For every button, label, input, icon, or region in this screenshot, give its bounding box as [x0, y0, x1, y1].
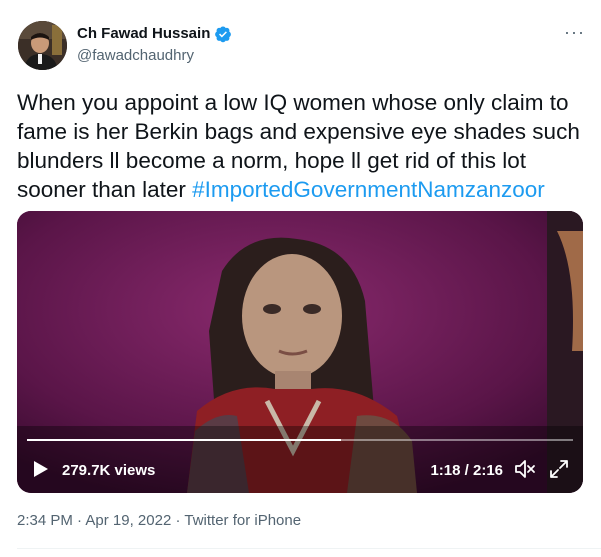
volume-muted-icon[interactable] — [514, 459, 536, 479]
play-icon[interactable] — [33, 460, 49, 478]
tweet-metadata: 2:34 PM · Apr 19, 2022 · Twitter for iPh… — [17, 512, 301, 529]
tweet-card: Ch Fawad Hussain @fawadchaudhry ··· When… — [0, 0, 601, 557]
tweet-text: When you appoint a low IQ women whose on… — [17, 88, 592, 204]
divider — [17, 548, 601, 549]
verified-badge-icon — [214, 25, 232, 43]
tweet-source[interactable]: Twitter for iPhone — [184, 512, 301, 529]
tweet-time[interactable]: 2:34 PM — [17, 512, 73, 529]
author-handle[interactable]: @fawadchaudhry — [77, 47, 194, 65]
video-progress-bar[interactable] — [27, 439, 573, 441]
more-options-icon[interactable]: ··· — [564, 22, 585, 43]
meta-separator: · — [72, 512, 86, 529]
fullscreen-expand-icon[interactable] — [549, 459, 569, 479]
avatar[interactable] — [18, 21, 67, 70]
meta-separator: · — [171, 512, 185, 529]
video-frame — [17, 211, 583, 493]
view-count: 279.7K views — [62, 462, 156, 479]
author-name[interactable]: Ch Fawad Hussain — [77, 25, 210, 43]
tweet-date[interactable]: Apr 19, 2022 — [85, 512, 171, 529]
video-player[interactable]: 279.7K views 1:18 / 2:16 — [17, 211, 583, 493]
video-timecode: 1:18 / 2:16 — [430, 462, 503, 479]
video-progress-fill — [27, 439, 341, 441]
author-name-row[interactable]: Ch Fawad Hussain — [77, 25, 232, 43]
hashtag-link[interactable]: #ImportedGovernmentNamzanzoor — [192, 177, 545, 202]
